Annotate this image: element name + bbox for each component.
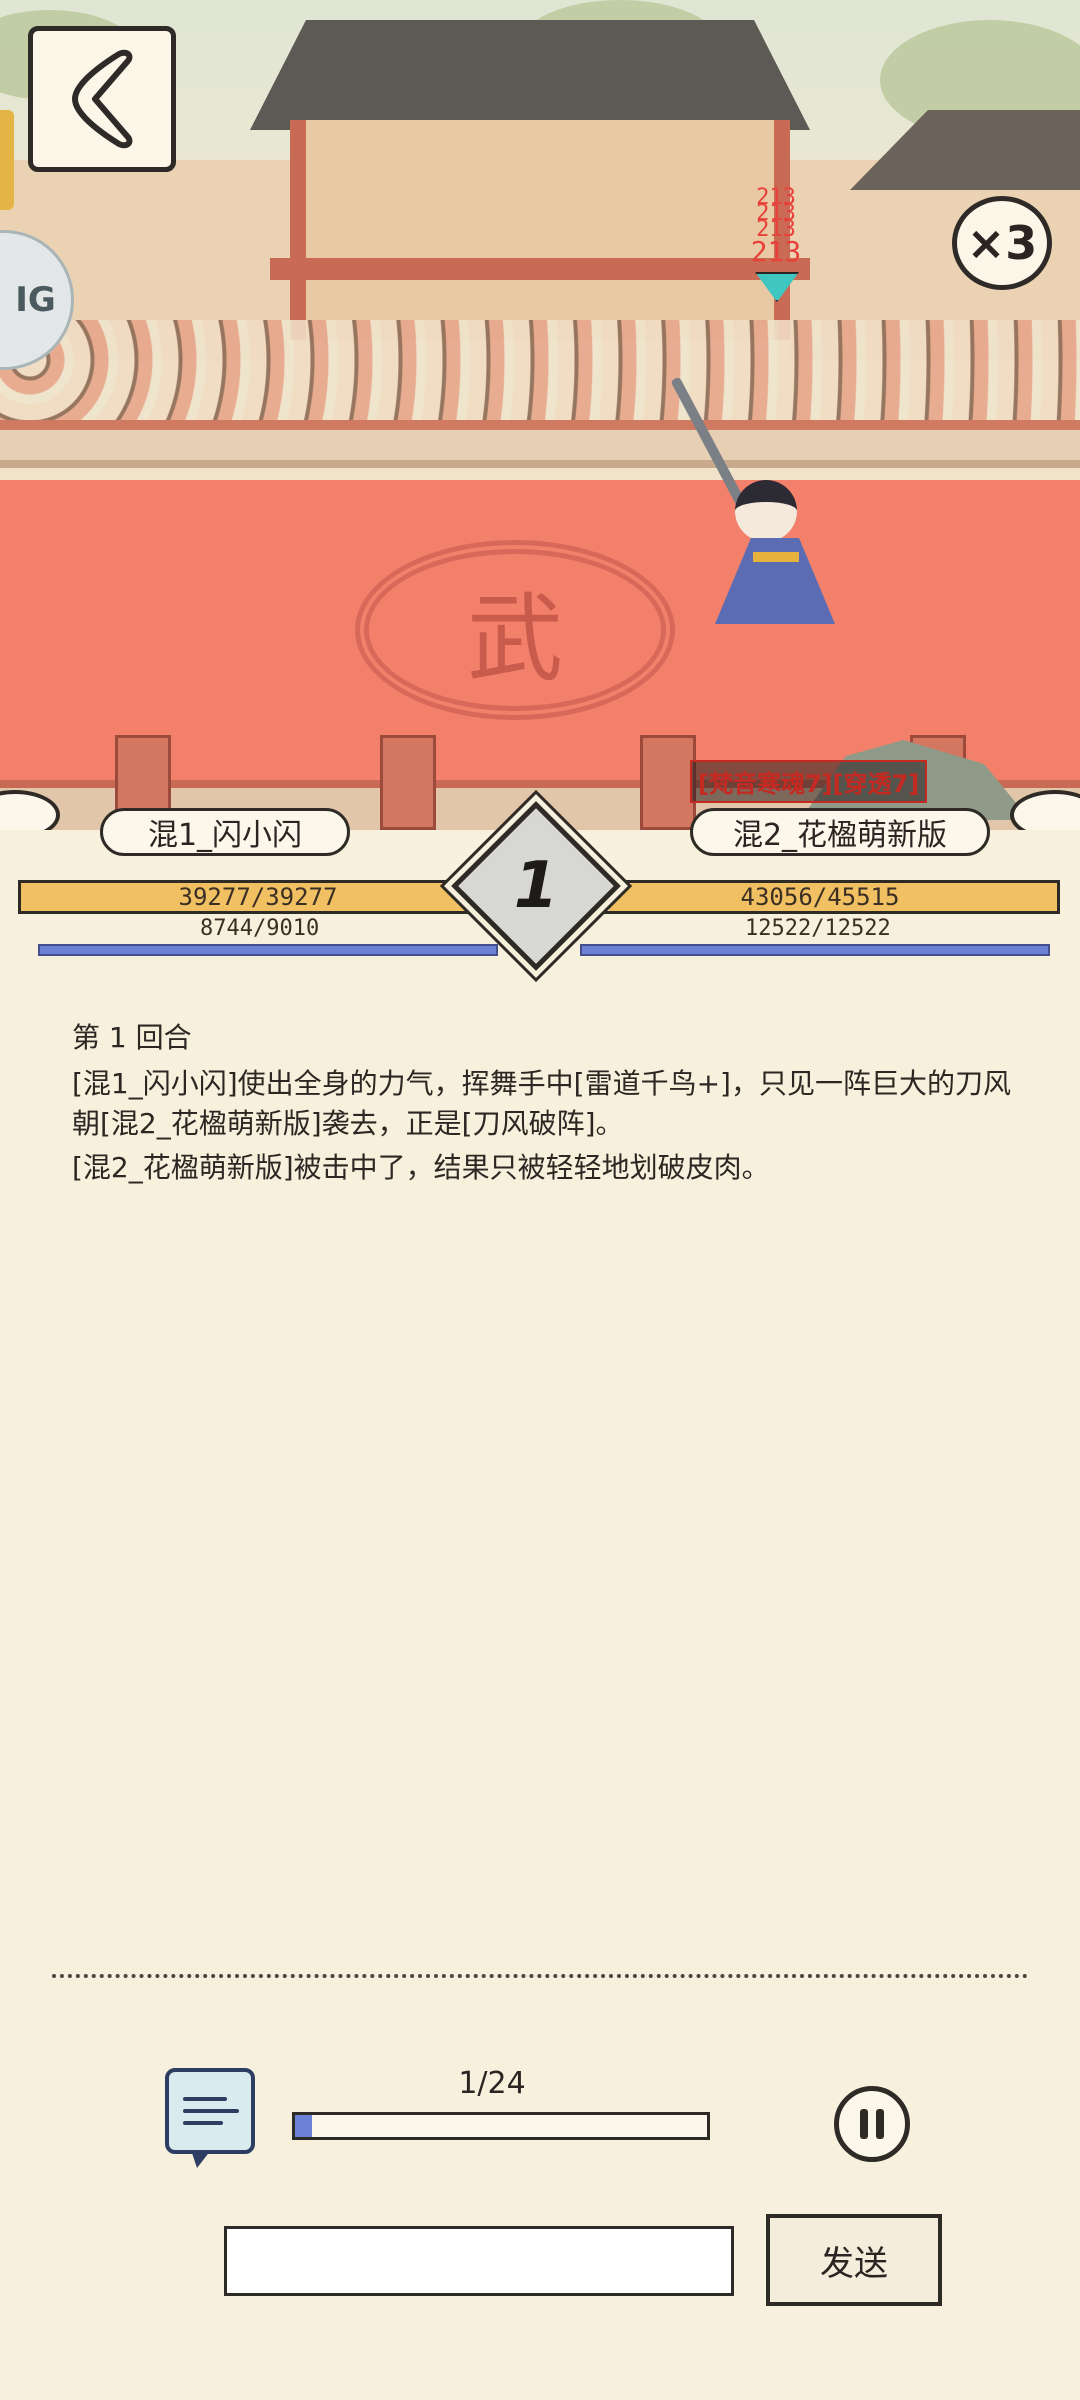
player1-hp-bar: 39277/39277 bbox=[18, 880, 498, 914]
speed-label: ×3 bbox=[966, 216, 1038, 270]
player2-name: 混2_花楹萌新版 bbox=[732, 818, 948, 853]
chat-line bbox=[183, 2121, 223, 2125]
cloud-ornament bbox=[1010, 790, 1080, 830]
progress-text: 1/24 bbox=[458, 2066, 526, 2101]
player2-name-tag: 混2_花楹萌新版 bbox=[690, 808, 990, 856]
pause-icon bbox=[876, 2109, 884, 2139]
temple-roof bbox=[250, 20, 810, 130]
temple-hall bbox=[290, 120, 790, 340]
back-railing bbox=[0, 420, 1080, 468]
battle-scene: 武 213 213 213 213 IG ×3 [梵音寒魂7][穿透7] bbox=[0, 0, 1080, 830]
arena-emblem: 武 bbox=[355, 540, 675, 720]
chat-toggle-button[interactable] bbox=[165, 2068, 255, 2154]
pause-icon bbox=[860, 2109, 868, 2139]
side-panel-label: IG bbox=[15, 280, 56, 320]
player1-mp-bar bbox=[38, 944, 498, 956]
temple-beam bbox=[270, 258, 810, 280]
fighter-character bbox=[670, 376, 875, 640]
chevron-left-icon bbox=[72, 49, 133, 149]
spectator-crowd bbox=[0, 320, 1080, 430]
player2-hp-text: 43056/45515 bbox=[740, 883, 900, 911]
fighter-belt bbox=[753, 552, 799, 562]
chat-line bbox=[183, 2097, 227, 2101]
log-line: [混2_花楹萌新版]被击中了，结果只被轻轻地划破皮肉。 bbox=[72, 1151, 770, 1184]
player2-hp-bar: 43056/45515 bbox=[580, 880, 1060, 914]
playback-progress-bar[interactable] bbox=[292, 2112, 710, 2140]
side-tab[interactable] bbox=[0, 110, 14, 210]
damage-number: 213 bbox=[750, 235, 802, 268]
side-roof bbox=[850, 110, 1080, 190]
divider bbox=[52, 1974, 1028, 1978]
send-button[interactable]: 发送 bbox=[766, 2214, 942, 2306]
player2-mp-text: 12522/12522 bbox=[745, 916, 891, 941]
log-line: [混1_闪小闪]使出全身的力气，挥舞手中[雷道千鸟+]，只见一阵巨大的刀风朝[混… bbox=[72, 1067, 1011, 1140]
send-label: 发送 bbox=[820, 2243, 888, 2284]
fighter-head bbox=[735, 480, 797, 542]
cloud-ornament bbox=[0, 790, 60, 830]
player1-mp-text: 8744/9010 bbox=[200, 916, 320, 941]
player1-name: 混1_闪小闪 bbox=[147, 818, 303, 853]
speed-multiplier-button[interactable]: ×3 bbox=[952, 196, 1052, 290]
chat-input[interactable] bbox=[224, 2226, 734, 2296]
chat-line bbox=[183, 2109, 239, 2113]
player1-name-tag: 混1_闪小闪 bbox=[100, 808, 350, 856]
round-number: 1 bbox=[513, 849, 559, 923]
player2-mp-bar bbox=[580, 944, 1050, 956]
fighter-robe bbox=[715, 538, 835, 624]
back-button[interactable] bbox=[28, 26, 176, 172]
round-title: 第 1 回合 bbox=[72, 1021, 192, 1054]
damage-numbers: 213 213 213 213 bbox=[736, 187, 816, 268]
player1-hp-text: 39277/39277 bbox=[178, 883, 338, 911]
battle-log: 第 1 回合 [混1_闪小闪]使出全身的力气，挥舞手中[雷道千鸟+]，只见一阵巨… bbox=[72, 1018, 1012, 1192]
playback-progress-fill bbox=[295, 2115, 313, 2137]
pause-button[interactable] bbox=[834, 2086, 910, 2162]
